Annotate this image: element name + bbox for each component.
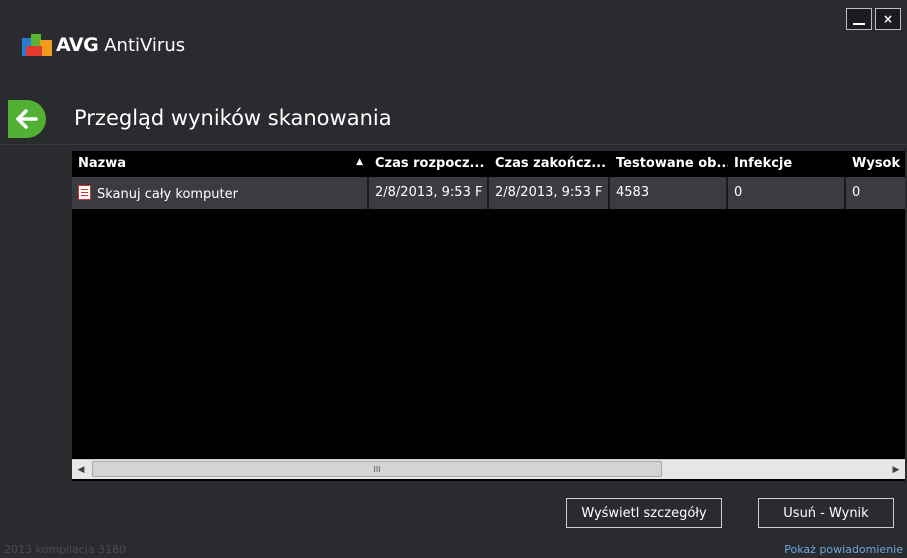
avg-logo-icon (22, 34, 52, 56)
column-header-infections[interactable]: Infekcje (728, 151, 846, 177)
delete-result-button[interactable]: Usuń - Wynik (758, 498, 894, 528)
build-info: 2013 kompilacja 3180 (4, 543, 127, 556)
minimize-icon (853, 23, 865, 25)
column-header-end-time[interactable]: Czas zakończ... (489, 151, 610, 177)
sort-ascending-icon: ▲ (356, 157, 363, 167)
show-notifications-link[interactable]: Pokaż powiadomienie (784, 543, 903, 556)
minimize-button[interactable] (846, 8, 872, 30)
table-header: Nazwa ▲ Czas rozpocz... Czas zakończ... … (72, 151, 905, 177)
app-brand: AVG AntiVirus (22, 34, 185, 56)
column-header-name[interactable]: Nazwa ▲ (72, 151, 369, 177)
cell-tested-objects: 4583 (610, 177, 728, 209)
column-header-tested-objects[interactable]: Testowane ob... (610, 151, 728, 177)
cell-high: 0 (852, 185, 861, 200)
close-button[interactable]: × (875, 8, 901, 30)
brand-avg: AVG (56, 34, 99, 56)
close-icon: × (882, 12, 894, 26)
scrollbar-track[interactable]: III (90, 460, 887, 479)
window-controls: × (846, 8, 901, 30)
report-document-icon (78, 185, 91, 200)
column-header-high[interactable]: Wysok (846, 151, 905, 177)
cell-name: Skanuj cały komputer (72, 177, 369, 209)
scrollbar-thumb[interactable]: III (92, 461, 662, 477)
view-details-button[interactable]: Wyświetl szczegóły (566, 498, 722, 528)
page-title: Przegląd wyników skanowania (74, 106, 392, 130)
scan-results-table: Nazwa ▲ Czas rozpocz... Czas zakończ... … (72, 151, 905, 481)
scroll-left-icon[interactable]: ◀ (72, 465, 90, 475)
table-row[interactable]: Skanuj cały komputer 2/8/2013, 9:53 F 2/… (72, 177, 905, 209)
back-button[interactable] (8, 100, 46, 138)
grip-icon: III (373, 464, 381, 474)
cell-infections: 0 (728, 177, 846, 209)
cell-start-time: 2/8/2013, 9:53 F (369, 177, 489, 209)
arrow-left-icon (16, 109, 38, 129)
column-header-start-time[interactable]: Czas rozpocz... (369, 151, 489, 177)
scroll-right-icon[interactable]: ▶ (887, 465, 905, 475)
app-name: AntiVirus (104, 34, 186, 56)
horizontal-scrollbar[interactable]: ◀ III ▶ (72, 459, 905, 479)
cell-end-time: 2/8/2013, 9:53 F (489, 177, 610, 209)
header-divider (0, 144, 907, 145)
